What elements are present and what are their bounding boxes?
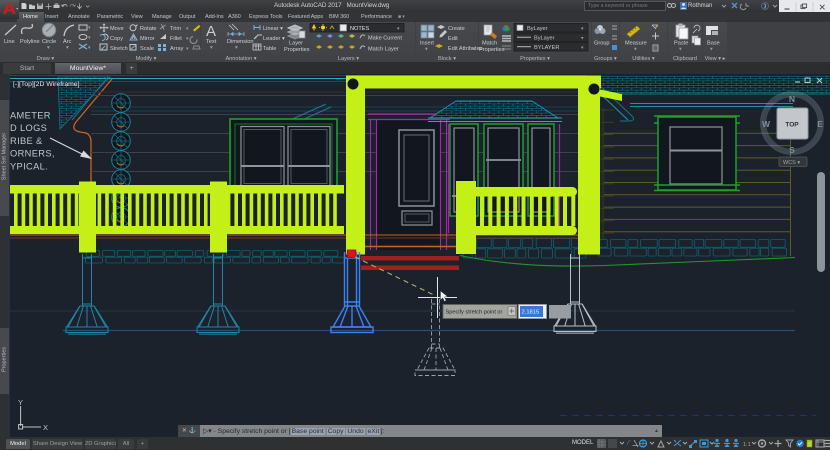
svg-text:Dimension: Dimension — [227, 39, 253, 45]
svg-text:Stretch: Stretch — [110, 46, 128, 52]
svg-text:NOTES: NOTES — [350, 26, 370, 32]
svg-text:Properties: Properties — [2, 347, 8, 372]
svg-text:▾: ▾ — [679, 47, 682, 53]
svg-text:ByLayer: ByLayer — [527, 26, 548, 32]
svg-text:Create: Create — [448, 26, 465, 32]
svg-text:▾: ▾ — [88, 35, 91, 41]
svg-text:1:1: 1:1 — [743, 442, 751, 448]
svg-text:AMETER: AMETER — [10, 111, 51, 121]
svg-text:▾: ▾ — [186, 26, 189, 32]
svg-text:Sheet Set Manager: Sheet Set Manager — [2, 133, 8, 181]
svg-text:A: A — [206, 23, 216, 40]
svg-text:Properties: Properties — [479, 47, 505, 53]
svg-text:Layer: Layer — [289, 41, 303, 47]
svg-text:[-][Top][2D Wireframe]: [-][Top][2D Wireframe] — [13, 81, 80, 88]
svg-text:▾: ▾ — [47, 45, 50, 51]
svg-text:2.1815: 2.1815 — [522, 310, 540, 316]
svg-text:Y: Y — [18, 398, 23, 407]
svg-text:Line: Line — [4, 39, 15, 45]
svg-text:▾: ▾ — [634, 47, 637, 53]
svg-text:▾: ▾ — [425, 47, 428, 53]
svg-text:Group: Group — [594, 41, 610, 47]
svg-text:RIBE &: RIBE & — [10, 136, 43, 146]
svg-text:Match: Match — [482, 41, 497, 47]
svg-text:D LOGS: D LOGS — [10, 123, 47, 133]
svg-text:BYLAYER: BYLAYER — [534, 45, 559, 51]
svg-text:Make Current: Make Current — [368, 36, 402, 42]
svg-text:E: E — [817, 119, 823, 129]
svg-text:Array: Array — [170, 46, 184, 52]
svg-text:Properties: Properties — [284, 47, 310, 53]
svg-text:Move: Move — [110, 26, 124, 32]
svg-text:Specify stretch point or: Specify stretch point or — [446, 310, 503, 316]
svg-text:▾: ▾ — [210, 45, 213, 51]
svg-text:Trim: Trim — [170, 26, 181, 32]
svg-text:▾: ▾ — [66, 45, 69, 51]
svg-text:WCS ▾: WCS ▾ — [783, 160, 800, 166]
svg-text:Fillet: Fillet — [170, 36, 182, 42]
svg-text:ORNERS,: ORNERS, — [10, 149, 55, 159]
svg-text:YPICAL.: YPICAL. — [10, 161, 48, 171]
svg-text:Edit Attributes: Edit Attributes — [448, 46, 483, 52]
svg-text:▾: ▾ — [235, 45, 238, 51]
svg-text:Table: Table — [263, 46, 276, 52]
svg-text:X: X — [43, 423, 48, 432]
svg-text:▾: ▾ — [88, 25, 91, 31]
svg-text:Linear ▾: Linear ▾ — [263, 26, 283, 32]
svg-text:Edit: Edit — [448, 36, 458, 42]
svg-text:Leader ▾: Leader ▾ — [263, 36, 285, 42]
svg-text:Match Layer: Match Layer — [368, 47, 399, 53]
svg-text:ByLayer: ByLayer — [534, 36, 555, 42]
svg-text:Base: Base — [707, 41, 720, 47]
svg-text:▾: ▾ — [186, 36, 189, 42]
svg-text:TOP: TOP — [785, 122, 799, 129]
svg-text:Copy: Copy — [110, 36, 123, 42]
svg-text:Polyline: Polyline — [20, 39, 40, 45]
svg-text:W: W — [762, 119, 771, 129]
svg-text:N: N — [789, 94, 795, 104]
svg-text:S: S — [789, 145, 795, 155]
svg-text:▾: ▾ — [710, 47, 713, 53]
svg-text:▾: ▾ — [186, 46, 189, 52]
svg-text:▾: ▾ — [88, 45, 91, 51]
svg-text:Scale: Scale — [140, 46, 154, 52]
svg-text:Rotate: Rotate — [140, 26, 156, 32]
svg-text:Mirror: Mirror — [140, 36, 155, 42]
